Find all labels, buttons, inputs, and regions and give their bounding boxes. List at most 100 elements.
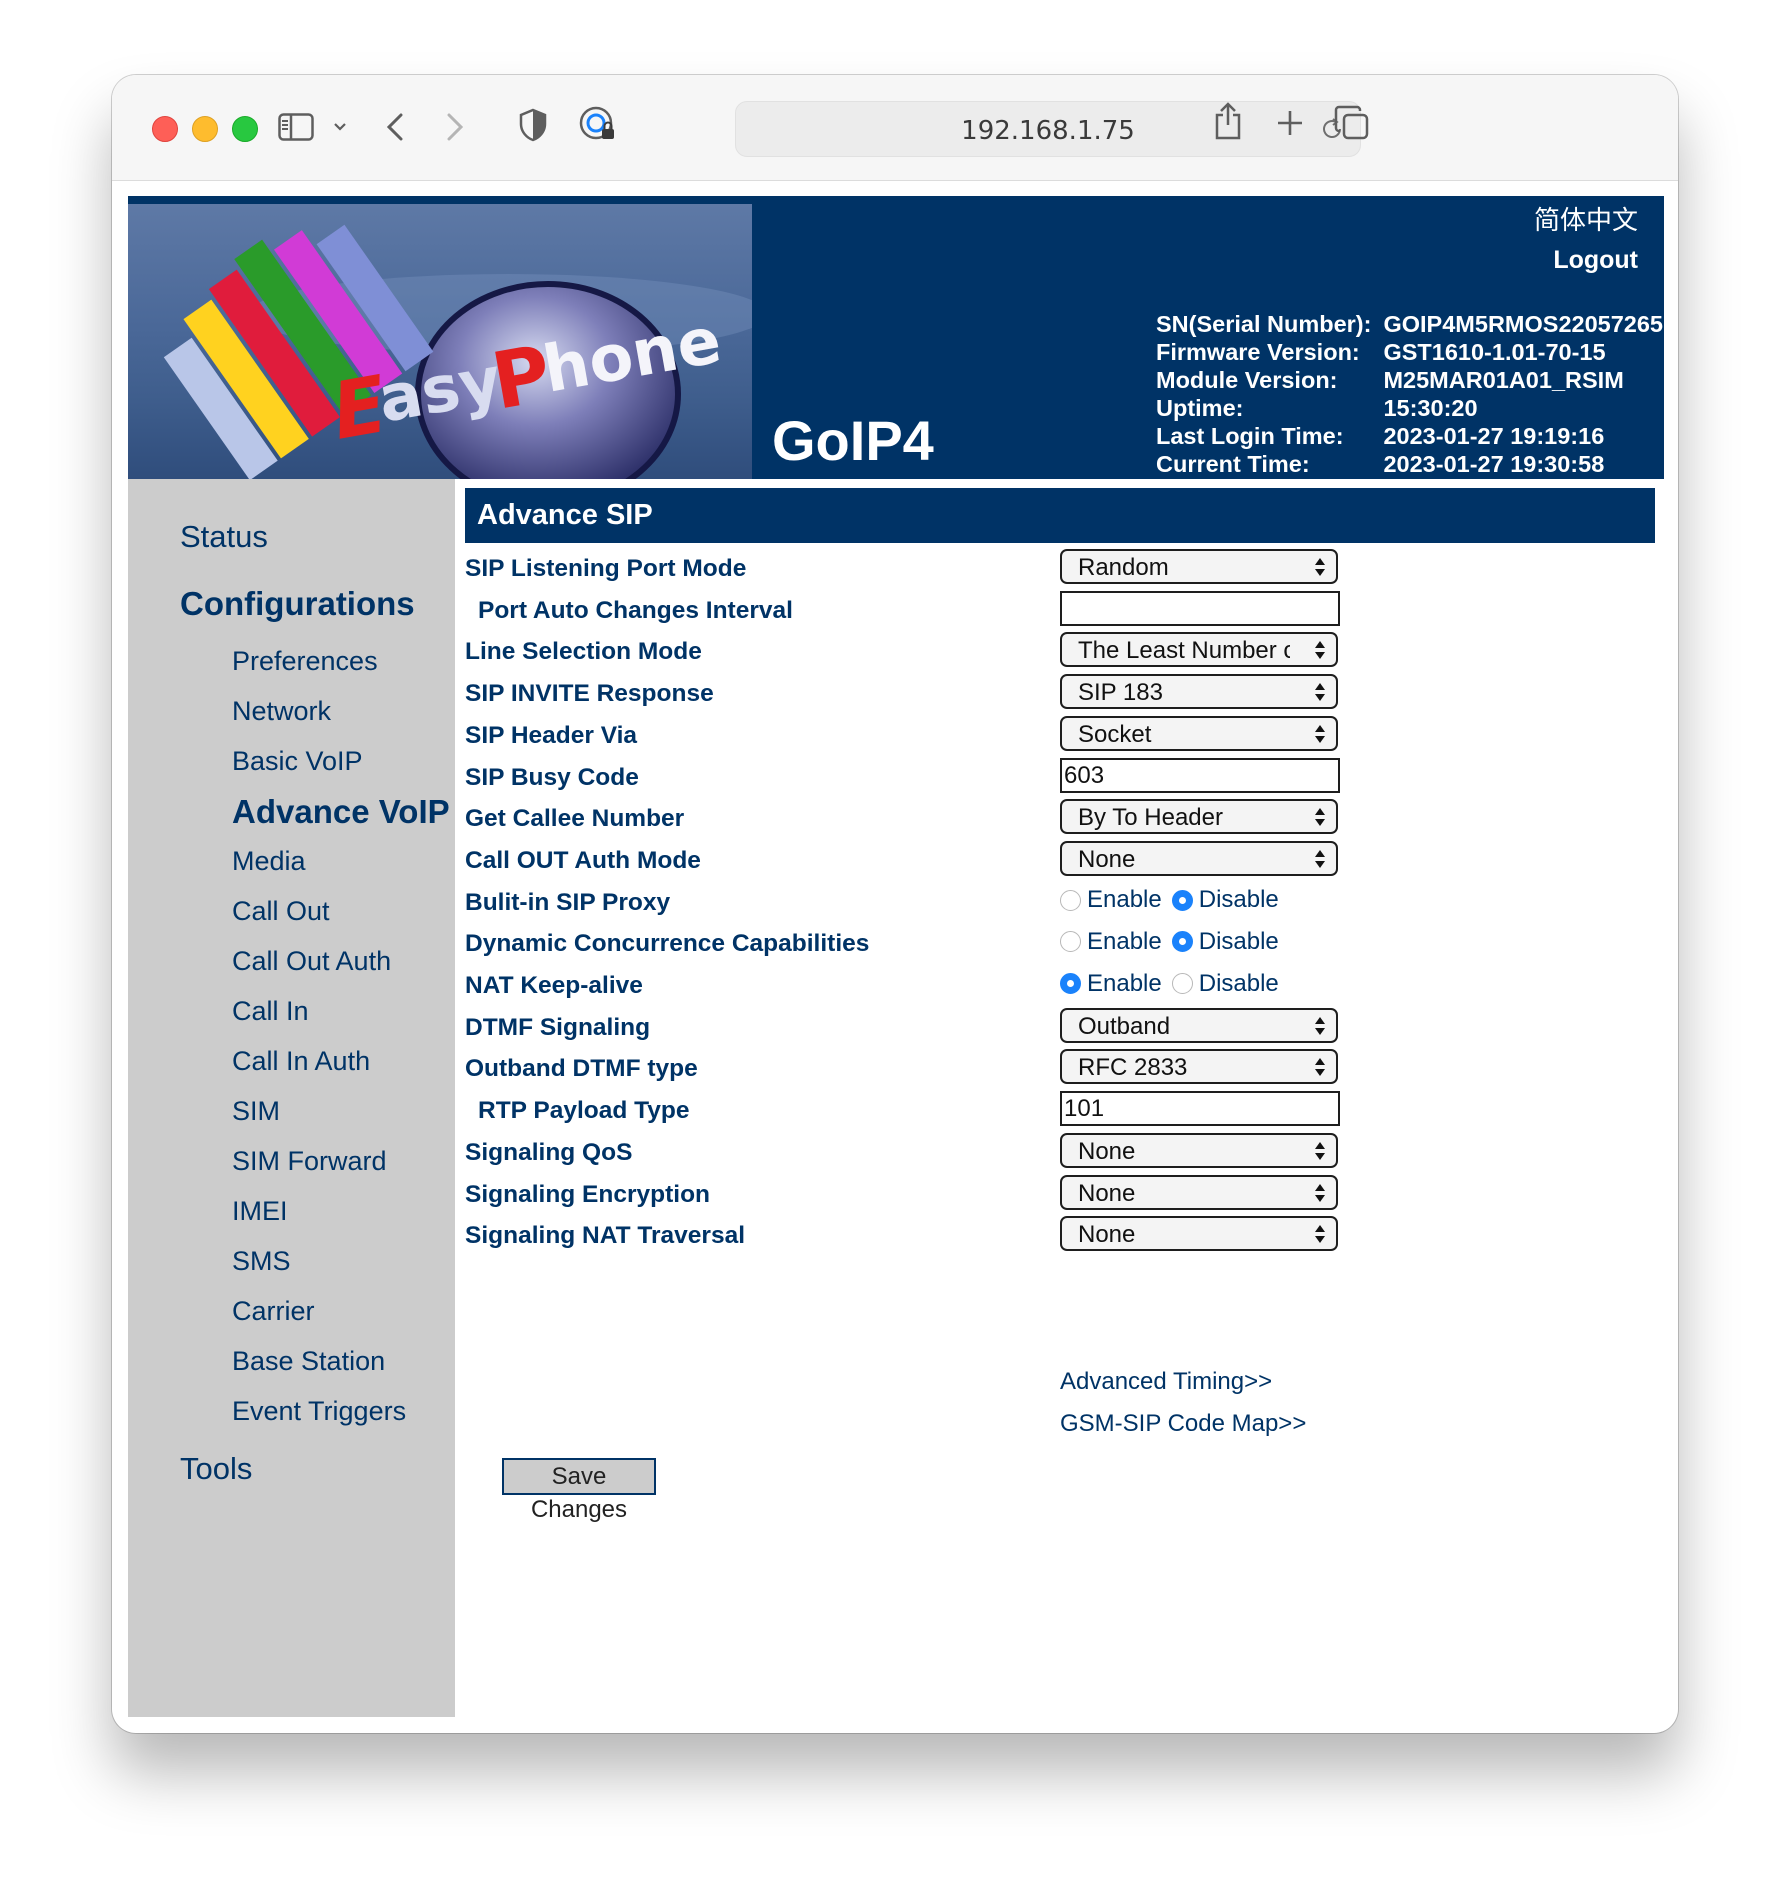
device-info-value: 2023-01-27 19:30:58 — [1383, 451, 1605, 477]
gsm-sip-code-map-link[interactable]: GSM-SIP Code Map>> — [1060, 1410, 1306, 1438]
nav-imei[interactable]: IMEI — [232, 1196, 288, 1227]
radio-enable[interactable] — [1060, 973, 1081, 994]
radio-disable[interactable] — [1171, 973, 1193, 994]
device-info-key: Firmware Version: — [1156, 339, 1360, 365]
password-key-icon[interactable] — [576, 103, 620, 147]
select-value: Socket — [1078, 720, 1152, 748]
select-arrows-icon — [1314, 1139, 1326, 1163]
get-callee-number-select[interactable]: By To Header — [1060, 799, 1338, 835]
nav-call-in-auth[interactable]: Call In Auth — [232, 1046, 370, 1077]
nav-sms[interactable]: SMS — [232, 1246, 291, 1277]
radio-label-enable[interactable]: Enable — [1087, 886, 1162, 914]
nav-call-out[interactable]: Call Out — [232, 896, 330, 927]
nav-media[interactable]: Media — [232, 846, 306, 877]
bulit-in-sip-proxy-radio-group: Enable Disable — [1060, 883, 1289, 918]
back-arrow-icon[interactable] — [380, 109, 410, 145]
select-value: None — [1078, 1221, 1136, 1249]
tab-overview-icon[interactable] — [1332, 103, 1372, 143]
field-control: By To Header — [1060, 799, 1338, 835]
line-selection-mode-select[interactable]: The Least Number o — [1060, 632, 1338, 668]
nav-network[interactable]: Network — [232, 696, 331, 727]
url-text: 192.168.1.75 — [961, 116, 1135, 146]
select-arrows-icon — [1314, 638, 1326, 662]
nav-call-in[interactable]: Call In — [232, 996, 309, 1027]
close-window-button[interactable] — [152, 116, 178, 142]
nav-event-triggers[interactable]: Event Triggers — [232, 1396, 406, 1427]
radio-disable[interactable] — [1171, 931, 1193, 953]
radio-label-disable[interactable]: Disable — [1199, 970, 1279, 998]
device-info-value: 15:30:20 — [1383, 395, 1478, 421]
privacy-shield-icon[interactable] — [516, 105, 550, 145]
field-control: Socket — [1060, 715, 1338, 751]
sip-header-via-select[interactable]: Socket — [1060, 715, 1338, 751]
device-info-value: 2023-01-27 19:19:16 — [1383, 423, 1605, 449]
nav-base-station[interactable]: Base Station — [232, 1346, 385, 1377]
select-value: Outband — [1078, 1012, 1171, 1040]
address-bar[interactable]: 192.168.1.75 — [735, 101, 1361, 157]
forward-arrow-icon[interactable] — [440, 109, 470, 145]
device-info-row: SN(Serial Number): GOIP4M5RMOS22057265 — [1156, 310, 1663, 338]
field-control: Outband — [1060, 1007, 1338, 1043]
nav-sim-forward[interactable]: SIM Forward — [232, 1146, 387, 1177]
dtmf-signaling-select[interactable]: Outband — [1060, 1007, 1338, 1043]
field-control: None — [1060, 1132, 1338, 1168]
nav-carrier[interactable]: Carrier — [232, 1296, 315, 1327]
radio-disable[interactable] — [1171, 889, 1193, 911]
radio-label-enable[interactable]: Enable — [1087, 970, 1162, 998]
field-label: NAT Keep-alive — [465, 972, 643, 999]
form-row-signaling-nat-traversal: Signaling NAT Traversal None — [465, 1212, 1655, 1262]
field-label: Get Callee Number — [465, 805, 685, 833]
select-value: The Least Number o — [1078, 637, 1290, 665]
signaling-nat-traversal-select[interactable]: None — [1060, 1216, 1338, 1252]
advanced-timing-link[interactable]: Advanced Timing>> — [1060, 1368, 1272, 1396]
device-info-key: Last Login Time: — [1156, 423, 1344, 449]
chevron-down-icon[interactable] — [330, 115, 350, 139]
nav-configurations[interactable]: Configurations — [180, 585, 415, 623]
logout-link[interactable]: Logout — [1553, 246, 1638, 275]
call-out-auth-mode-select[interactable]: None — [1060, 840, 1338, 876]
nav-advance-voip[interactable]: Advance VoIP — [232, 793, 450, 831]
device-info-row: Last Login Time: 2023-01-27 19:19:16 — [1156, 422, 1663, 450]
device-info-value: GST1610-1.01-70-15 — [1383, 339, 1606, 365]
signaling-qos-select[interactable]: None — [1060, 1132, 1338, 1168]
outband-dtmf-type-select[interactable]: RFC 2833 — [1060, 1049, 1338, 1085]
device-info-row: Current Time: 2023-01-27 19:30:58 — [1156, 450, 1663, 478]
signaling-encryption-select[interactable]: None — [1060, 1174, 1338, 1210]
nav-preferences[interactable]: Preferences — [232, 646, 378, 677]
select-arrows-icon — [1314, 1014, 1326, 1038]
zoom-window-button[interactable] — [232, 116, 258, 142]
radio-label-enable[interactable]: Enable — [1087, 928, 1162, 956]
field-label: SIP INVITE Response — [465, 680, 714, 708]
radio-label-disable[interactable]: Disable — [1199, 928, 1279, 956]
nav-status[interactable]: Status — [180, 519, 268, 555]
sip-busy-code-input[interactable]: 603 — [1060, 757, 1340, 793]
radio-enable[interactable] — [1060, 931, 1081, 953]
nav-sim[interactable]: SIM — [232, 1096, 280, 1127]
field-label: RTP Payload Type — [478, 1097, 690, 1125]
select-arrows-icon — [1314, 555, 1326, 579]
share-icon[interactable] — [1210, 99, 1246, 143]
page-header: E asy P hone GoIP4 简体中文 Logout SN(Serial… — [128, 196, 1664, 479]
select-arrows-icon — [1314, 722, 1326, 746]
minimize-window-button[interactable] — [192, 116, 218, 142]
select-value: None — [1078, 1137, 1136, 1165]
nav-basic-voip[interactable]: Basic VoIP — [232, 746, 363, 777]
radio-enable[interactable] — [1060, 889, 1081, 911]
field-control: Enable Disable — [1060, 883, 1289, 918]
device-info-row: Firmware Version: GST1610-1.01-70-15 — [1156, 338, 1663, 366]
sidebar-toggle-icon[interactable] — [276, 107, 316, 147]
port-auto-changes-interval-input[interactable] — [1060, 590, 1340, 626]
nav-tools[interactable]: Tools — [180, 1451, 252, 1487]
language-link[interactable]: 简体中文 — [1534, 200, 1638, 237]
save-changes-button[interactable]: Save Changes — [502, 1458, 656, 1523]
rtp-payload-type-input[interactable]: 101 — [1060, 1091, 1340, 1127]
new-tab-plus-icon[interactable] — [1272, 105, 1308, 141]
field-label: Signaling QoS — [465, 1138, 633, 1166]
nav-call-out-auth[interactable]: Call Out Auth — [232, 946, 391, 977]
sip-listening-port-mode-select[interactable]: Random — [1060, 549, 1338, 584]
field-control: Enable Disable — [1060, 924, 1289, 959]
device-info-table: SN(Serial Number): GOIP4M5RMOS22057265 Fir… — [1156, 310, 1663, 478]
select-value: None — [1078, 1179, 1136, 1207]
sip-invite-response-select[interactable]: SIP 183 — [1060, 674, 1338, 710]
radio-label-disable[interactable]: Disable — [1199, 886, 1279, 914]
